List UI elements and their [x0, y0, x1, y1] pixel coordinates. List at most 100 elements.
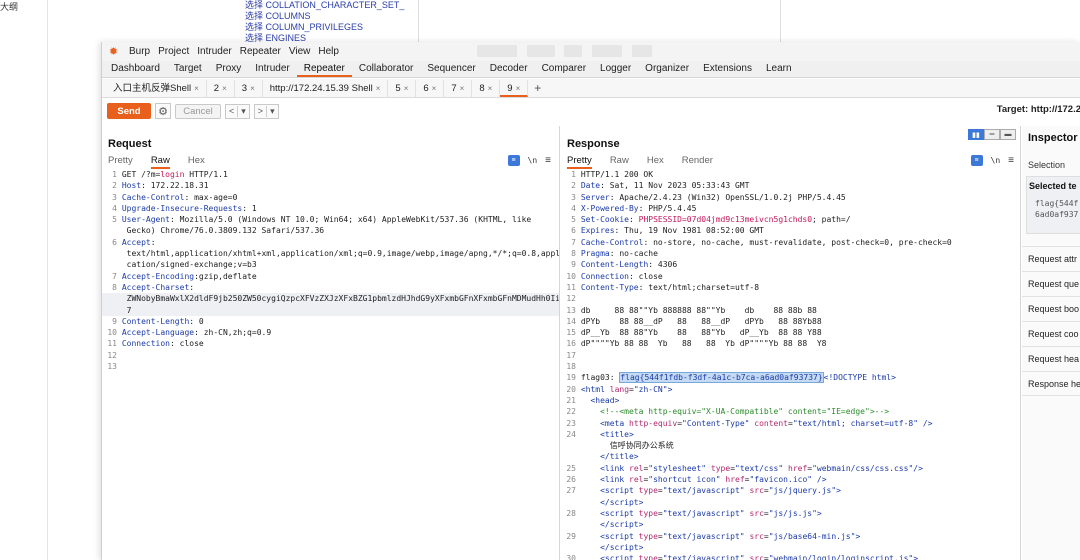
- repeater-tab-label: 6: [423, 82, 429, 94]
- code-line: 27 <script type="text/javascript" src="j…: [566, 486, 841, 496]
- code-line: 1 HTTP/1.1 200 OK: [571, 170, 654, 179]
- tab-decoder[interactable]: Decoder: [483, 61, 535, 77]
- code-line: 5 Set-Cookie: PHPSESSID=07d04jmd9c13meiv…: [571, 215, 851, 225]
- tab-learn[interactable]: Learn: [759, 61, 799, 77]
- repeater-tab[interactable]: 6 ×: [416, 79, 445, 97]
- tab-comparer[interactable]: Comparer: [535, 61, 593, 77]
- db-list-item[interactable]: 选择 COLLATION_CHARACTER_SET_: [245, 0, 404, 11]
- tab-target[interactable]: Target: [167, 61, 209, 77]
- split-horizontal-icon[interactable]: ▮▮: [968, 129, 984, 140]
- subtab-raw[interactable]: Raw: [610, 155, 629, 169]
- code-line: 18: [566, 362, 576, 372]
- split-vertical-icon[interactable]: ═: [984, 129, 1000, 140]
- back-button[interactable]: < ▾: [225, 103, 250, 119]
- code-line: 25 <link rel="stylesheet" type="text/css…: [566, 463, 923, 473]
- inspector-request-headers[interactable]: Request hea: [1022, 346, 1080, 371]
- menu-intruder[interactable]: Intruder: [193, 46, 235, 57]
- chevron-down-icon[interactable]: ▾: [266, 105, 278, 117]
- repeater-tab[interactable]: 7 ×: [444, 79, 473, 97]
- db-list-item[interactable]: 选择 COLUMNS: [245, 11, 404, 22]
- db-list-item[interactable]: 选择 COLUMN_PRIVILEGES: [245, 22, 404, 33]
- code-line: 19 flag03: flag{544f1fdb-f3df-4a1c-b7ca-…: [566, 372, 896, 384]
- menu-burp[interactable]: Burp: [125, 46, 154, 57]
- inspector-request-body[interactable]: Request boo: [1022, 296, 1080, 321]
- target-label[interactable]: Target: http://172.2: [997, 104, 1080, 115]
- inspector-response-headers[interactable]: Response he: [1022, 371, 1080, 396]
- blurred-region: [527, 45, 555, 57]
- tab-collaborator[interactable]: Collaborator: [352, 61, 420, 77]
- close-icon[interactable]: ×: [460, 84, 465, 93]
- menu-help[interactable]: Help: [314, 46, 343, 57]
- repeater-tab[interactable]: 2 ×: [207, 79, 235, 97]
- code-line: </script>: [600, 542, 644, 552]
- tab-logger[interactable]: Logger: [593, 61, 638, 77]
- close-icon[interactable]: ×: [376, 84, 381, 93]
- menu-icon[interactable]: ≡: [1008, 155, 1014, 166]
- response-title: Response: [567, 138, 620, 150]
- forward-button[interactable]: > ▾: [253, 103, 279, 119]
- subtab-hex[interactable]: Hex: [188, 155, 205, 169]
- repeater-tab-label: 7: [451, 82, 457, 94]
- close-icon[interactable]: ×: [250, 84, 255, 93]
- menu-view[interactable]: View: [285, 46, 315, 57]
- repeater-tab[interactable]: 5 ×: [388, 79, 417, 97]
- inspector-selection-label: Selection: [1028, 160, 1066, 170]
- close-icon[interactable]: ×: [516, 84, 521, 93]
- menu-repeater[interactable]: Repeater: [236, 46, 285, 57]
- subtab-raw[interactable]: Raw: [150, 155, 170, 169]
- inspector-request-attributes[interactable]: Request attr: [1022, 246, 1080, 271]
- tab-sequencer[interactable]: Sequencer: [420, 61, 482, 77]
- tab-organizer[interactable]: Organizer: [638, 61, 696, 77]
- code-line: 13 db 88 88""Yb 888888 88""Yb db 88 88b …: [566, 305, 817, 315]
- subtab-hex[interactable]: Hex: [647, 155, 664, 169]
- response-editor[interactable]: 1 HTTP/1.1 200 OK 2 Date: Sat, 11 Nov 20…: [561, 169, 1020, 560]
- layout-toggle[interactable]: ▮▮ ═ ▬: [968, 129, 1016, 140]
- send-button[interactable]: Send: [107, 103, 151, 119]
- document-icon[interactable]: ≡: [970, 155, 983, 166]
- close-icon[interactable]: ×: [194, 84, 199, 93]
- inspector-selected-title[interactable]: Selected te: [1029, 181, 1077, 191]
- code-line: 12: [107, 350, 117, 360]
- newline-toggle[interactable]: \n: [528, 156, 538, 165]
- code-line: 2 Date: Sat, 11 Nov 2023 05:33:43 GMT: [571, 181, 750, 191]
- add-tab-icon[interactable]: +: [528, 81, 547, 95]
- repeater-tab[interactable]: 入口主机反弹Shell ×: [106, 79, 207, 97]
- tab-extensions[interactable]: Extensions: [696, 61, 759, 77]
- repeater-tab[interactable]: http://172.24.15.39 Shell ×: [263, 79, 389, 97]
- repeater-tab[interactable]: 3 ×: [235, 79, 263, 97]
- close-icon[interactable]: ×: [488, 84, 493, 93]
- repeater-toolbar: Send ⚙ Cancel < ▾ > ▾ Target: http://172.2: [102, 99, 1080, 123]
- tab-proxy[interactable]: Proxy: [209, 61, 249, 77]
- subtab-pretty[interactable]: Pretty: [108, 155, 133, 169]
- close-icon[interactable]: ×: [222, 84, 227, 93]
- chevron-down-icon[interactable]: ▾: [237, 105, 249, 117]
- repeater-tab-label: 9: [507, 82, 513, 94]
- close-icon[interactable]: ×: [432, 84, 437, 93]
- repeater-tab-label: 2: [213, 82, 220, 94]
- inspector-request-query[interactable]: Request que: [1022, 271, 1080, 296]
- subtab-render[interactable]: Render: [682, 155, 713, 169]
- close-icon[interactable]: ×: [404, 84, 409, 93]
- newline-toggle[interactable]: \n: [991, 156, 1001, 165]
- inspector-request-cookies[interactable]: Request coo: [1022, 321, 1080, 346]
- menu-icon[interactable]: ≡: [545, 155, 551, 166]
- subtab-pretty[interactable]: Pretty: [567, 155, 592, 169]
- tab-repeater[interactable]: Repeater: [296, 61, 352, 77]
- repeater-tab[interactable]: 8 ×: [472, 79, 501, 97]
- code-line: 23 <meta http-equiv="Content-Type" conte…: [566, 418, 933, 428]
- code-line: cation/signed-exchange;v=b3: [117, 260, 257, 270]
- request-editor[interactable]: 1 GET /?m=login HTTP/1.1 2 Host: 172.22.…: [102, 169, 559, 560]
- document-icon[interactable]: ≡: [507, 155, 520, 166]
- tab-intruder[interactable]: Intruder: [248, 61, 296, 77]
- inspector-title: Inspector: [1028, 132, 1078, 144]
- single-view-icon[interactable]: ▬: [1000, 129, 1016, 140]
- request-tools: ≡ \n ≡: [507, 155, 551, 166]
- code-line: </title>: [600, 452, 639, 462]
- repeater-tab-label: http://172.24.15.39 Shell: [269, 82, 373, 94]
- tab-dashboard[interactable]: Dashboard: [104, 61, 167, 77]
- cancel-button[interactable]: Cancel: [175, 103, 221, 119]
- selected-flag[interactable]: flag{544f1fdb-f3df-4a1c-b7ca-a6ad0af9373…: [619, 372, 824, 384]
- gear-icon[interactable]: ⚙: [155, 103, 171, 119]
- menu-project[interactable]: Project: [154, 46, 193, 57]
- repeater-tab-active[interactable]: 9 ×: [500, 79, 529, 97]
